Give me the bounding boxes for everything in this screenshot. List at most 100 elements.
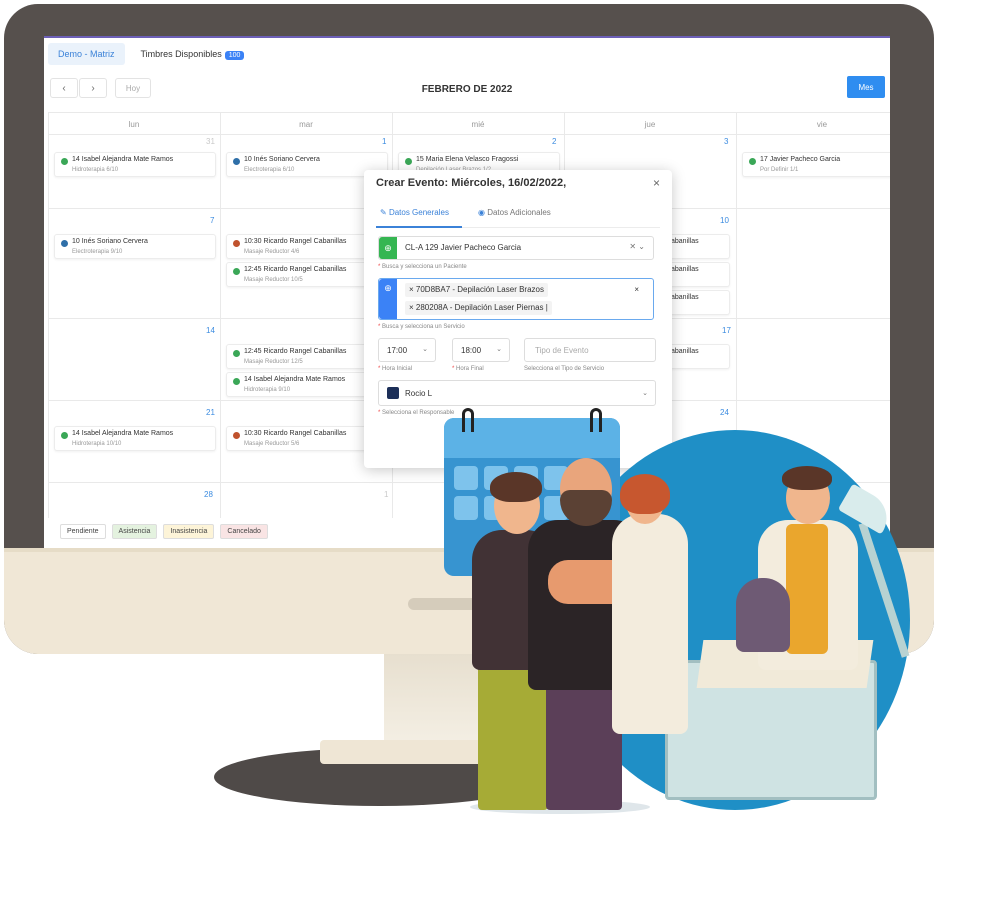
event-title: abanillas [671, 348, 699, 355]
day-number: 28 [204, 490, 213, 499]
status-legend: Pendiente Asistencia Inasistencia Cancel… [60, 524, 268, 539]
event-title: abanillas [671, 266, 699, 273]
dayname-jue: jue [644, 120, 656, 129]
service-chip[interactable]: × 70D8BA7 - Depilación Laser Brazos [405, 283, 548, 297]
day-number: 2 [552, 137, 557, 146]
calendar-ring [462, 408, 474, 432]
dayname-vie: vie [816, 120, 828, 129]
service-help-text: Busca y selecciona un Servicio [382, 324, 465, 330]
tab-datos-generales[interactable]: ✎ Datos Generales [380, 208, 449, 217]
event-subtitle: Hidroterapia 6/10 [72, 167, 119, 173]
month-view-button[interactable]: Mes [847, 76, 885, 98]
event-status-dot [233, 378, 240, 385]
event-title: abanillas [671, 294, 699, 301]
event-type-input[interactable]: Tipo de Evento [524, 338, 656, 362]
person-hair [620, 474, 670, 514]
start-time-value: 17:00 [387, 346, 408, 355]
day-number: 24 [720, 408, 729, 417]
event-subtitle: Masaje Reductor 4/6 [244, 249, 300, 255]
event-status-dot [61, 240, 68, 247]
event-subtitle: Por Definir 1/1 [760, 167, 799, 173]
responsible-help-text: Selecciona el Responsable [382, 410, 455, 416]
event-subtitle: Hidroterapia 9/10 [244, 387, 291, 393]
event-title: abanillas [671, 238, 699, 245]
timbres-badge: 100 [224, 50, 245, 60]
event-title: 14 Isabel Alejandra Mate Ramos [244, 376, 346, 383]
event-status-dot [233, 350, 240, 357]
dayname-mie: mié [471, 120, 485, 129]
dayname-mar: mar [299, 120, 313, 129]
top-tabs: Demo - Matriz Timbres Disponibles 100 [48, 42, 254, 66]
service-help: * Busca y selecciona un Servicio [378, 324, 465, 330]
event-status-dot [233, 432, 240, 439]
tab-label: Datos Generales [388, 208, 449, 217]
patient-help-text: Busca y selecciona un Paciente [382, 264, 467, 270]
service-chip-label: 280208A - Depilación Laser Piernas [415, 303, 544, 312]
patient-select[interactable]: ⊕ CL-A 129 Javier Pacheco Garcia ✕ ⌄ [378, 236, 654, 260]
event-subtitle: Hidroterapia 10/10 [72, 441, 122, 447]
clear-icon[interactable]: × [634, 285, 639, 294]
user-badge-icon [387, 387, 399, 399]
event-title: 14 Isabel Alejandra Mate Ramos [72, 430, 174, 437]
end-time-select[interactable]: 18:00 ⌄ [452, 338, 510, 362]
day-number: 1 [384, 490, 389, 499]
day-number: 21 [206, 408, 215, 417]
responsible-help: * Selecciona el Responsable [378, 410, 455, 416]
responsible-value: Rocio L [405, 389, 433, 398]
tab-timbres[interactable]: Timbres Disponibles 100 [131, 43, 255, 66]
cat-icon [736, 578, 790, 652]
chevron-down-icon: ⌄ [642, 390, 648, 397]
grid-line [48, 112, 49, 518]
tab-timbres-label: Timbres Disponibles [140, 48, 222, 59]
modal-tabs: ✎ Datos Generales ◉ Datos Adicionales [376, 206, 660, 228]
event-title: 10:30 Ricardo Rangel Cabanillas [244, 430, 347, 437]
event-status-dot [749, 158, 756, 165]
calendar-cell [454, 466, 478, 490]
grid-line [220, 112, 221, 518]
start-time-help: * Hora Inicial [378, 366, 413, 372]
dayname-lun: lun [128, 120, 140, 129]
calendar-cell [454, 496, 478, 520]
calendar-title: FEBRERO DE 2022 [421, 84, 513, 95]
calendar-event[interactable]: 17 Javier Pacheco Garcia Por Definir 1/1 [742, 152, 890, 177]
event-status-dot [233, 240, 240, 247]
event-status-dot [61, 158, 68, 165]
add-patient-icon[interactable]: ⊕ [379, 237, 397, 259]
day-number: 31 [206, 137, 215, 146]
tab-demo-matriz[interactable]: Demo - Matriz [48, 43, 125, 65]
end-time-value: 18:00 [461, 346, 482, 355]
end-time-label: Hora Final [456, 366, 484, 372]
person-lab-coat [612, 514, 688, 734]
person-hair [782, 466, 832, 490]
service-chip[interactable]: × 280208A - Depilación Laser Piernas | [405, 301, 552, 315]
event-subtitle: Electroterapia 9/10 [72, 249, 123, 255]
calendar-event[interactable]: 14 Isabel Alejandra Mate Ramos Hidrotera… [54, 152, 216, 177]
day-number: 14 [206, 326, 215, 335]
event-title: 12:45 Ricardo Rangel Cabanillas [244, 266, 347, 273]
tab-label: Datos Adicionales [487, 208, 551, 217]
day-number: 7 [210, 216, 215, 225]
legend-inasistencia: Inasistencia [163, 524, 215, 539]
service-chip-label: 70D8BA7 - Depilación Laser Brazos [415, 285, 544, 294]
event-type-placeholder: Tipo de Evento [535, 346, 589, 355]
responsible-select[interactable]: Rocio L ⌄ [378, 380, 656, 406]
close-icon[interactable]: × [653, 176, 660, 190]
event-title: 10 Inés Soriano Cervera [244, 156, 320, 163]
person-hair [490, 472, 542, 502]
calendar-event[interactable]: 10 Inés Soriano Cervera Electroterapia 9… [54, 234, 216, 259]
tab-datos-adicionales[interactable]: ◉ Datos Adicionales [478, 208, 551, 217]
active-tab-underline [376, 226, 462, 228]
edit-icon: ✎ [380, 208, 389, 217]
person-legs [546, 670, 622, 810]
day-number: 3 [724, 137, 729, 146]
target-icon: ◉ [478, 208, 488, 217]
start-time-select[interactable]: 17:00 ⌄ [378, 338, 436, 362]
add-service-icon[interactable]: ⊕ [379, 279, 397, 319]
calendar-event[interactable]: 14 Isabel Alejandra Mate Ramos Hidrotera… [54, 426, 216, 451]
service-select[interactable]: ⊕ × 70D8BA7 - Depilación Laser Brazos × … [378, 278, 654, 320]
legend-cancelado: Cancelado [220, 524, 268, 539]
event-title: 14 Isabel Alejandra Mate Ramos [72, 156, 174, 163]
clear-chevron-icon[interactable]: ✕ ⌄ [629, 242, 645, 251]
event-title: 12:45 Ricardo Rangel Cabanillas [244, 348, 347, 355]
day-number: 10 [720, 216, 729, 225]
